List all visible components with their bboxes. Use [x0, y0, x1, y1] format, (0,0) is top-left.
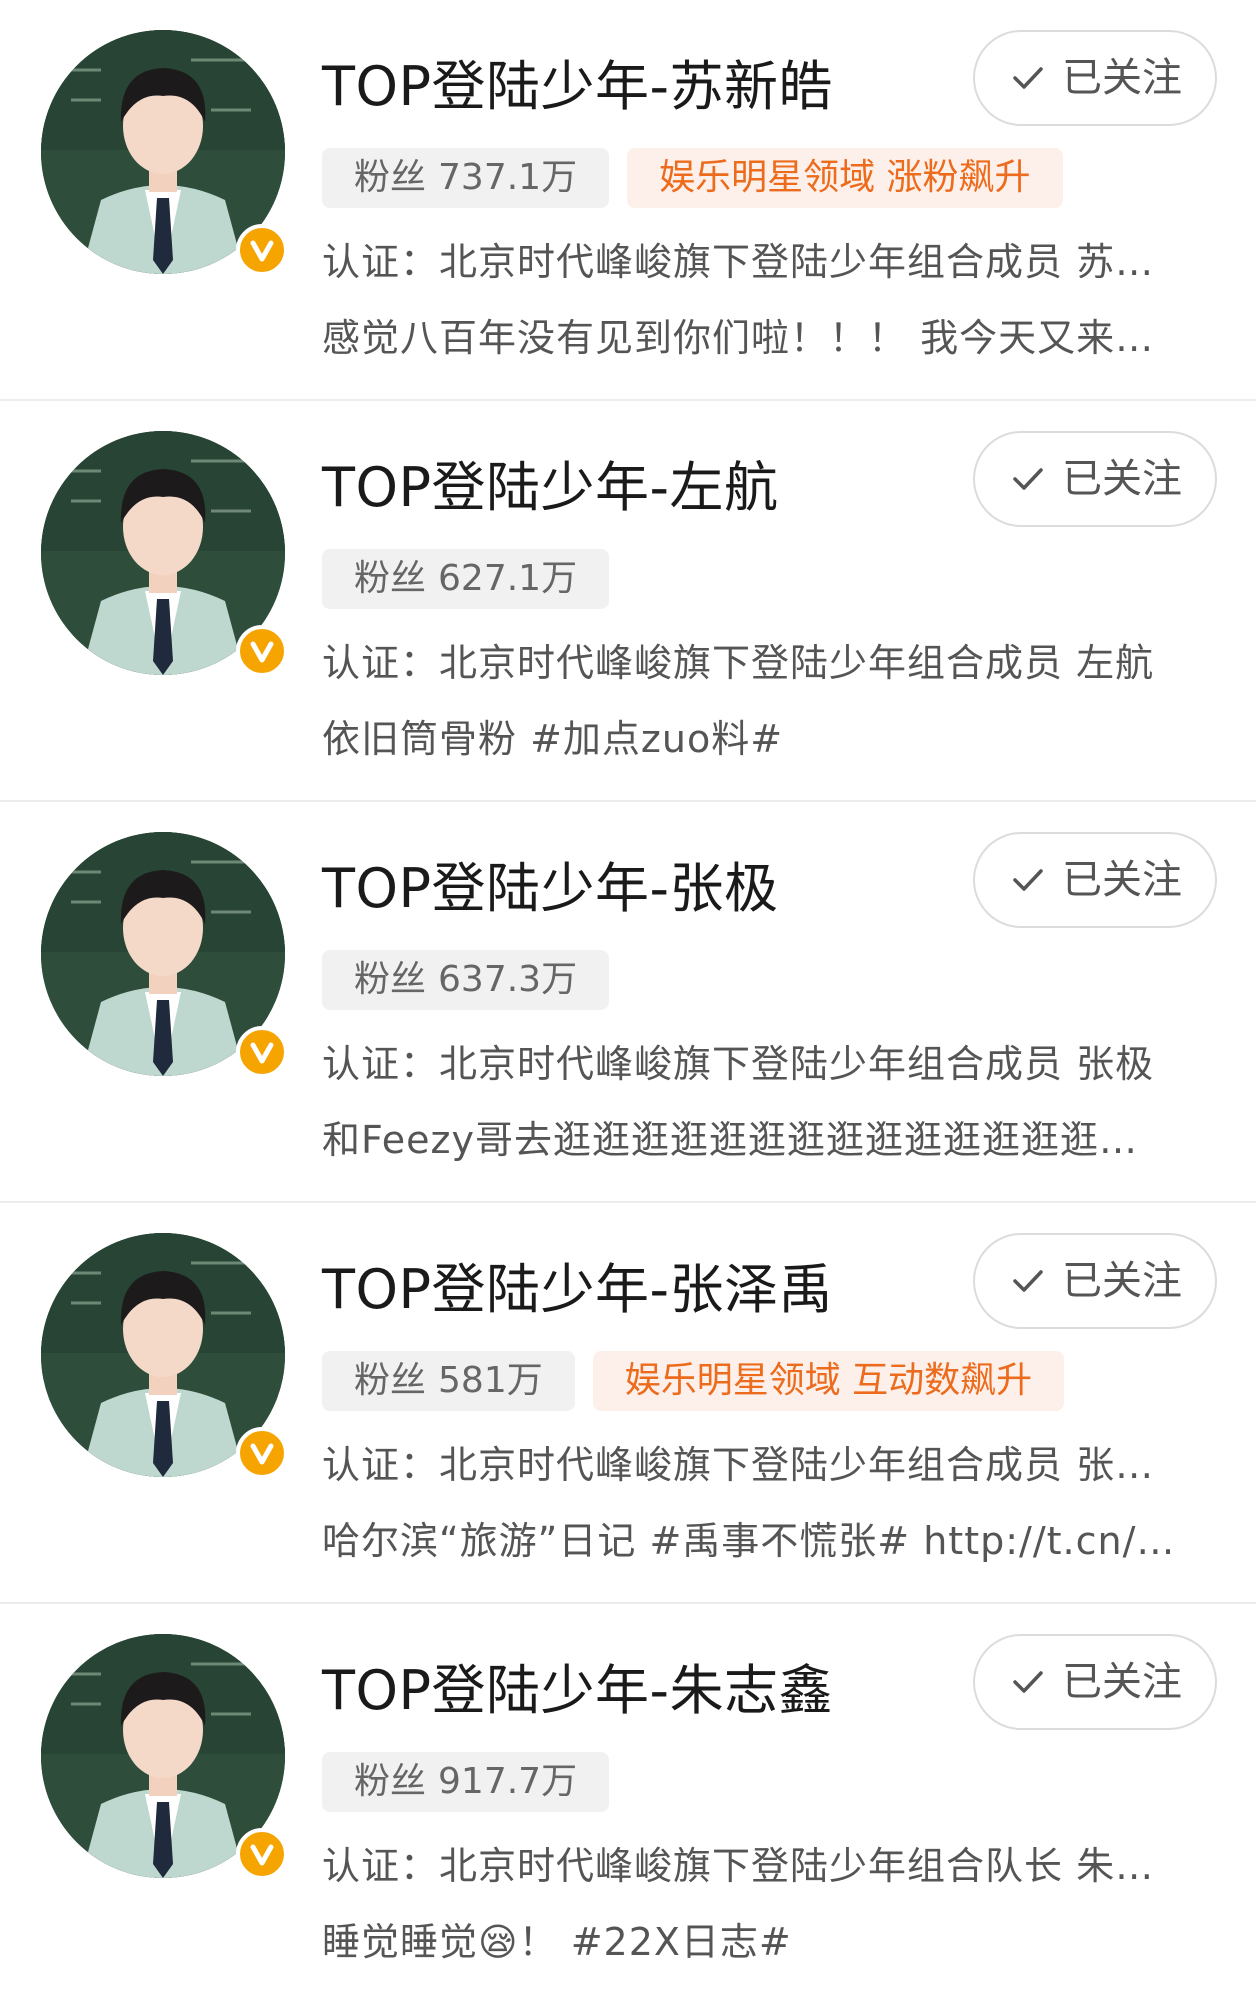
checkmark-icon	[1013, 1270, 1043, 1292]
user-name[interactable]: TOP登陆少年-张泽禹	[322, 1255, 833, 1325]
followed-button[interactable]: 已关注	[973, 832, 1217, 928]
checkmark-icon	[1013, 67, 1043, 89]
verification-text: 认证：北京时代峰峻旗下登陆少年组合成员 张…	[322, 1443, 1155, 1487]
user-result-row[interactable]: TOP登陆少年-左航 已关注 粉丝 627.1万 认证：北京时代峰峻旗下登陆少年组…	[0, 401, 1256, 802]
verified-v-badge-icon	[236, 1828, 288, 1880]
verified-v-badge-icon	[236, 1427, 288, 1479]
tag-row: 粉丝 737.1万 娱乐明星领域 涨粉飙升	[322, 148, 1063, 208]
trending-tag: 娱乐明星领域 涨粉飙升	[627, 148, 1063, 208]
user-result-row[interactable]: TOP登陆少年-苏新皓 已关注 粉丝 737.1万 娱乐明星领域 涨粉飙升 认证：…	[0, 0, 1256, 401]
checkmark-icon	[1013, 1671, 1043, 1693]
fans-value: 737.1万	[438, 157, 578, 198]
follow-status-label: 已关注	[1062, 1659, 1182, 1705]
user-name[interactable]: TOP登陆少年-苏新皓	[322, 52, 833, 122]
follow-status-label: 已关注	[1062, 857, 1182, 903]
verified-v-badge-icon	[236, 625, 288, 677]
latest-post-text: 感觉八百年没有见到你们啦！！！ 我今天又来…	[322, 316, 1155, 360]
followed-button[interactable]: 已关注	[973, 431, 1217, 527]
follow-status-label: 已关注	[1062, 1258, 1182, 1304]
follow-status-label: 已关注	[1062, 456, 1182, 502]
fans-count-tag: 粉丝 627.1万	[322, 549, 610, 609]
fans-label: 粉丝	[354, 1360, 427, 1401]
fans-value: 637.3万	[438, 959, 578, 1000]
tag-row: 粉丝 581万 娱乐明星领域 互动数飙升	[322, 1351, 1065, 1411]
latest-post-text: 哈尔滨“旅游”日记 #禹事不慌张# http://t.cn/…	[322, 1519, 1176, 1563]
latest-post-text: 依旧筒骨粉 #加点zuo料#	[322, 717, 784, 761]
checkmark-icon	[1013, 869, 1043, 891]
verified-v-badge-icon	[236, 1026, 288, 1078]
fans-label: 粉丝	[354, 157, 427, 198]
latest-post-text: 睡觉睡觉😪！ #22X日志#	[322, 1920, 792, 1964]
user-result-row[interactable]: TOP登陆少年-张泽禹 已关注 粉丝 581万 娱乐明星领域 互动数飙升 认证：北…	[0, 1203, 1256, 1604]
user-result-row[interactable]: TOP登陆少年-张极 已关注 粉丝 637.3万 认证：北京时代峰峻旗下登陆少年组…	[0, 802, 1256, 1203]
verified-v-badge-icon	[236, 224, 288, 276]
tag-row: 粉丝 627.1万	[322, 549, 610, 609]
fans-count-tag: 粉丝 917.7万	[322, 1752, 610, 1812]
fans-count-tag: 粉丝 737.1万	[322, 148, 610, 208]
fans-label: 粉丝	[354, 1761, 427, 1802]
followed-button[interactable]: 已关注	[973, 30, 1217, 126]
fans-count-tag: 粉丝 581万	[322, 1351, 575, 1411]
verification-text: 认证：北京时代峰峻旗下登陆少年组合成员 左航	[322, 641, 1155, 685]
user-name[interactable]: TOP登陆少年-朱志鑫	[322, 1656, 833, 1726]
latest-post-text: 和Feezy哥去逛逛逛逛逛逛逛逛逛逛逛逛逛逛…	[322, 1118, 1138, 1162]
fans-value: 581万	[438, 1360, 543, 1401]
followed-button[interactable]: 已关注	[973, 1634, 1217, 1730]
user-result-row[interactable]: TOP登陆少年-朱志鑫 已关注 粉丝 917.7万 认证：北京时代峰峻旗下登陆少年…	[0, 1604, 1256, 2005]
user-name[interactable]: TOP登陆少年-张极	[322, 854, 779, 924]
verification-text: 认证：北京时代峰峻旗下登陆少年组合队长 朱…	[322, 1844, 1155, 1888]
trending-tag: 娱乐明星领域 互动数飙升	[592, 1351, 1065, 1411]
user-name[interactable]: TOP登陆少年-左航	[322, 453, 779, 523]
followed-button[interactable]: 已关注	[973, 1233, 1217, 1329]
checkmark-icon	[1013, 468, 1043, 490]
verification-text: 认证：北京时代峰峻旗下登陆少年组合成员 张极	[322, 1042, 1155, 1086]
fans-count-tag: 粉丝 637.3万	[322, 950, 610, 1010]
verification-text: 认证：北京时代峰峻旗下登陆少年组合成员 苏…	[322, 240, 1155, 284]
user-search-results-list: TOP登陆少年-苏新皓 已关注 粉丝 737.1万 娱乐明星领域 涨粉飙升 认证：…	[0, 0, 1256, 2005]
fans-label: 粉丝	[354, 558, 427, 599]
fans-value: 627.1万	[438, 558, 578, 599]
tag-row: 粉丝 917.7万	[322, 1752, 610, 1812]
tag-row: 粉丝 637.3万	[322, 950, 610, 1010]
fans-value: 917.7万	[438, 1761, 578, 1802]
fans-label: 粉丝	[354, 959, 427, 1000]
follow-status-label: 已关注	[1062, 55, 1182, 101]
